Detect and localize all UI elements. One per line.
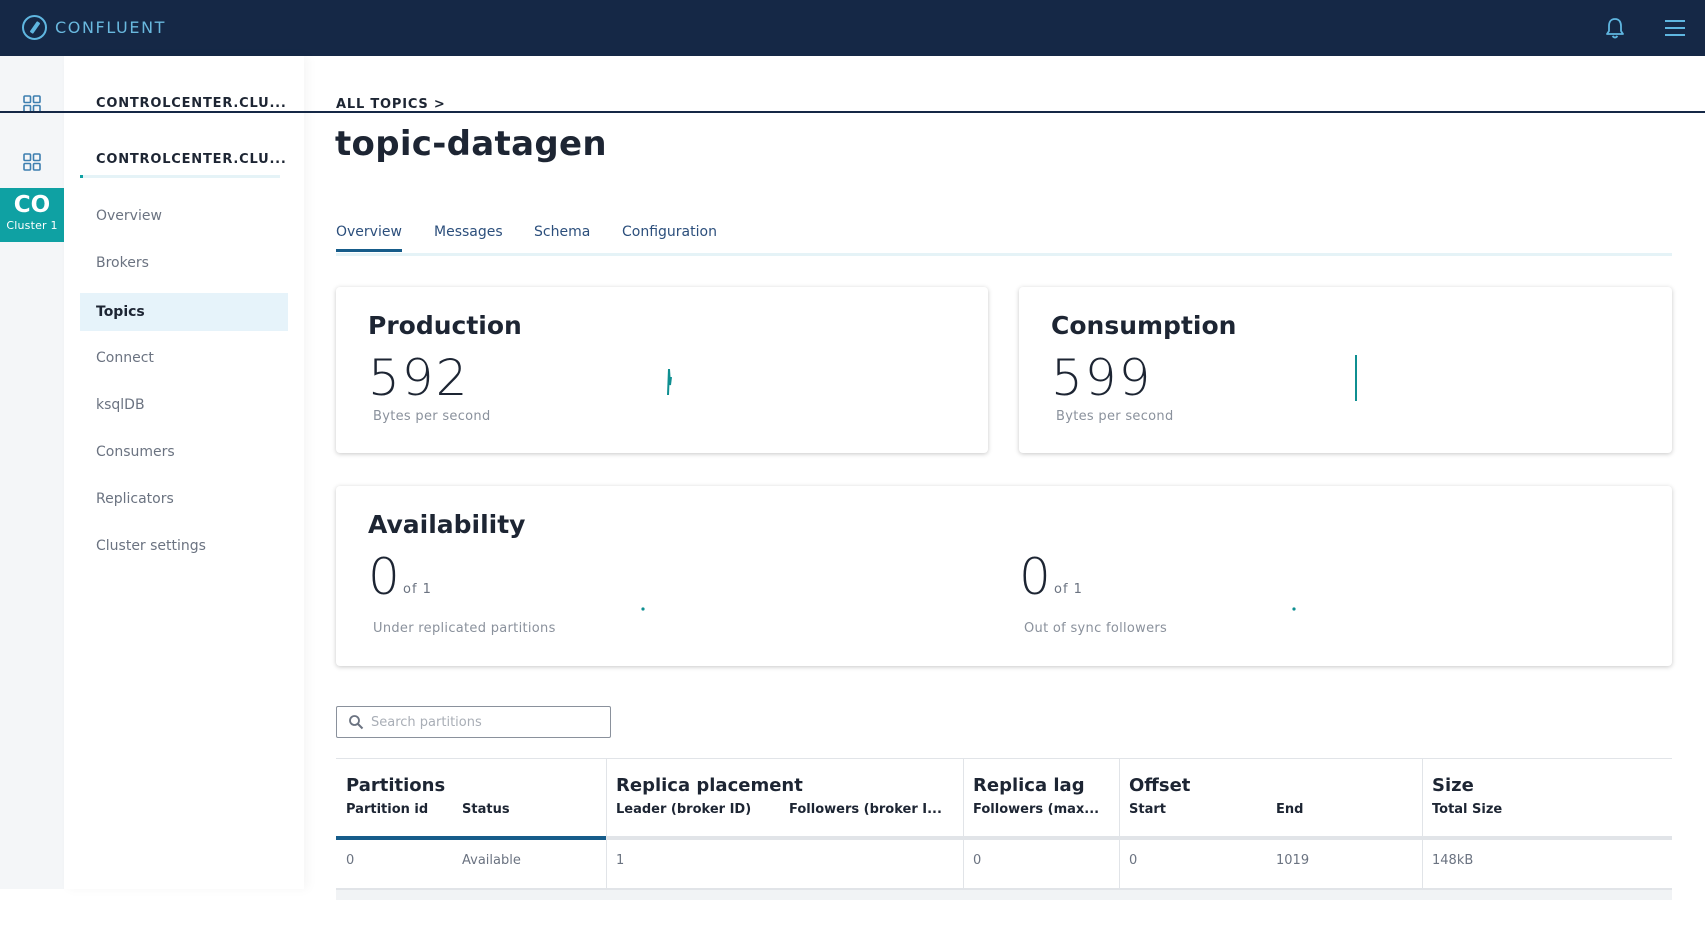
production-unit: Bytes per second: [373, 409, 491, 424]
confluent-logo-icon: [22, 15, 47, 40]
sidebar-item-connect[interactable]: Connect: [80, 339, 288, 377]
side-nav: CONTROLCENTER.CLU... CONTROLCENTER.CLU..…: [64, 56, 304, 889]
cell-leader: 1: [616, 853, 625, 868]
sort-indicator: [336, 836, 606, 840]
top-bar: CONFLUENT: [0, 0, 1705, 56]
under-replicated-label: Under replicated partitions: [373, 621, 556, 636]
under-replicated-value: 0: [368, 548, 402, 606]
production-value: 592: [368, 349, 470, 407]
tab-configuration[interactable]: Configuration: [622, 224, 717, 240]
out-of-sync-label: Out of sync followers: [1024, 621, 1168, 636]
sidebar-item-overview[interactable]: Overview: [80, 197, 288, 235]
group-size: Size: [1432, 775, 1474, 796]
group-replica-lag: Replica lag: [973, 775, 1085, 796]
cell-total-size: 148kB: [1432, 853, 1474, 868]
page-title: topic-datagen: [335, 124, 607, 164]
out-of-sync-value: 0: [1019, 548, 1053, 606]
tab-overview[interactable]: Overview: [336, 224, 402, 252]
production-sparkline: [667, 368, 672, 396]
cluster-tile[interactable]: CO Cluster 1: [0, 188, 64, 242]
partitions-table: Partitions Replica placement Replica lag…: [336, 758, 1672, 900]
sidebar-item-consumers[interactable]: Consumers: [80, 433, 288, 471]
sidebar-item-brokers[interactable]: Brokers: [80, 244, 288, 282]
sidebar-item-replicators[interactable]: Replicators: [80, 480, 288, 518]
under-replicated-total: of 1: [403, 582, 432, 597]
hamburger-menu-icon[interactable]: [1664, 16, 1686, 40]
column-offset-end[interactable]: End: [1276, 802, 1303, 817]
sidebar-item-ksqldb[interactable]: ksqlDB: [80, 386, 288, 424]
table-column-divider: [1119, 758, 1120, 900]
out-of-sync-sparkline: [1292, 607, 1296, 611]
search-input[interactable]: [371, 711, 601, 733]
consumption-title: Consumption: [1051, 311, 1237, 340]
production-card: Production 592 Bytes per second: [336, 287, 988, 453]
column-total-size[interactable]: Total Size: [1432, 802, 1502, 817]
table-column-divider: [606, 758, 607, 900]
table-column-divider: [963, 758, 964, 900]
availability-card: Availability 0 of 1 Under replicated par…: [336, 486, 1672, 666]
tab-schema[interactable]: Schema: [534, 224, 590, 240]
cell-offset-start: 0: [1129, 853, 1138, 868]
cell-offset-end: 1019: [1276, 853, 1310, 868]
table-top-border: [336, 758, 1672, 759]
column-status[interactable]: Status: [462, 802, 510, 817]
topic-tabs: Overview Messages Schema Configuration: [336, 222, 1672, 256]
nav-cluster-underline: [80, 175, 280, 178]
cluster-abbreviation: CO: [13, 192, 51, 218]
bell-icon[interactable]: [1604, 16, 1626, 40]
tab-messages[interactable]: Messages: [434, 224, 503, 240]
search-icon: [349, 715, 364, 730]
table-column-divider: [1422, 758, 1423, 900]
table-header-rule: [336, 836, 1672, 840]
consumption-value: 599: [1051, 349, 1153, 407]
cell-status: Available: [462, 853, 521, 868]
nav-cluster-header[interactable]: CONTROLCENTER.CLU...: [96, 152, 287, 167]
column-followers-max[interactable]: Followers (max...: [973, 802, 1099, 817]
column-followers[interactable]: Followers (broker I...: [789, 802, 942, 817]
sidebar-item-topics[interactable]: Topics: [80, 293, 288, 331]
sidebar-item-cluster-settings[interactable]: Cluster settings: [80, 527, 288, 565]
consumption-sparkline: [1355, 355, 1357, 401]
nav-cluster-header[interactable]: CONTROLCENTER.CLU...: [96, 96, 287, 111]
cluster-rail: CO Cluster 1: [0, 56, 64, 889]
breadcrumb[interactable]: ALL TOPICS >: [336, 97, 446, 112]
group-replica-placement: Replica placement: [616, 775, 803, 796]
consumption-unit: Bytes per second: [1056, 409, 1174, 424]
cluster-name: Cluster 1: [6, 219, 58, 232]
cell-followers-max: 0: [973, 853, 982, 868]
column-offset-start[interactable]: Start: [1129, 802, 1166, 817]
column-partition-id[interactable]: Partition id: [346, 802, 428, 817]
availability-title: Availability: [368, 510, 526, 539]
search-partitions[interactable]: [336, 706, 611, 738]
column-leader[interactable]: Leader (broker ID): [616, 802, 751, 817]
cell-partition-id: 0: [346, 853, 355, 868]
out-of-sync-total: of 1: [1054, 582, 1083, 597]
consumption-card: Consumption 599 Bytes per second: [1019, 287, 1672, 453]
table-row-next: [336, 890, 1672, 900]
group-partitions: Partitions: [346, 775, 446, 796]
header-divider: [0, 111, 1705, 113]
grid-icon[interactable]: [22, 152, 42, 172]
group-offset: Offset: [1129, 775, 1191, 796]
brand-name: CONFLUENT: [55, 18, 167, 37]
confluent-logo[interactable]: CONFLUENT: [22, 15, 166, 40]
under-replicated-sparkline: [641, 607, 645, 611]
production-title: Production: [368, 311, 522, 340]
